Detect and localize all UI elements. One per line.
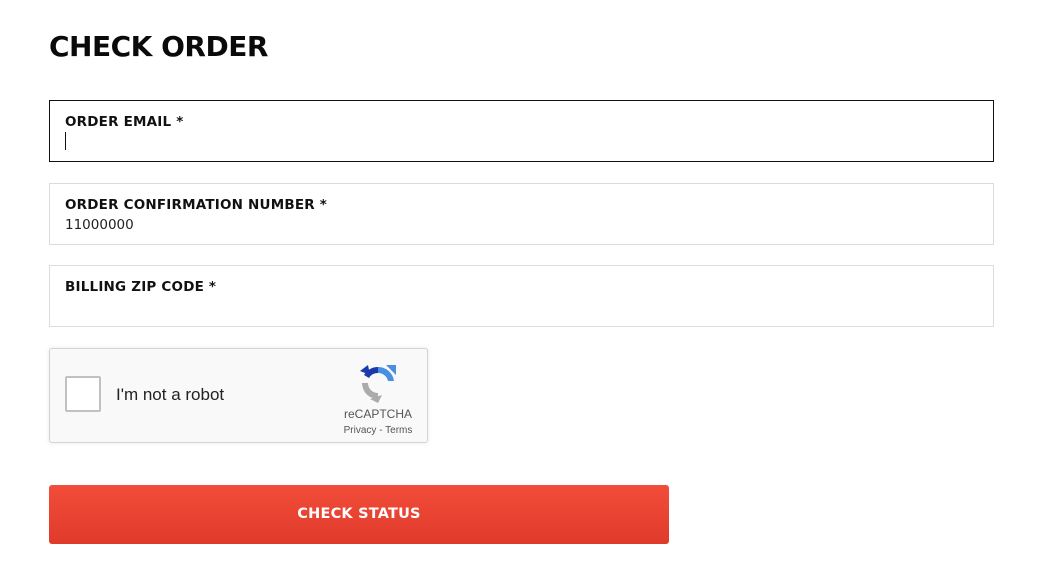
recaptcha-brand: reCAPTCHA (343, 407, 412, 421)
email-field[interactable]: ORDER EMAIL * (49, 100, 994, 162)
check-status-button[interactable]: CHECK STATUS (49, 485, 669, 544)
confirmation-number-input[interactable] (65, 215, 978, 235)
recaptcha-links: Privacy - Terms (330, 425, 426, 437)
recaptcha-prompt: I'm not a robot (116, 385, 225, 404)
billing-zip-label: BILLING ZIP CODE * (65, 279, 217, 295)
recaptcha-checkbox[interactable] (65, 376, 101, 412)
confirmation-number-field[interactable]: ORDER CONFIRMATION NUMBER * (49, 183, 994, 245)
billing-zip-field[interactable]: BILLING ZIP CODE * (49, 265, 994, 327)
recaptcha-logo-icon (360, 365, 396, 403)
recaptcha-terms-link[interactable]: Terms (385, 425, 412, 436)
check-order-page: CHECK ORDER ORDER EMAIL * ORDER CONFIRMA… (0, 0, 1040, 586)
recaptcha-privacy-link[interactable]: Privacy (344, 425, 377, 436)
recaptcha-links-separator: - (376, 425, 386, 436)
confirmation-number-label: ORDER CONFIRMATION NUMBER * (65, 197, 328, 213)
page-title: CHECK ORDER (49, 30, 268, 63)
recaptcha-widget: I'm not a robot reCAPTCHA Privacy - Term… (49, 348, 428, 443)
text-cursor (65, 132, 66, 150)
email-field-label: ORDER EMAIL * (65, 114, 184, 130)
billing-zip-input[interactable] (65, 297, 978, 317)
